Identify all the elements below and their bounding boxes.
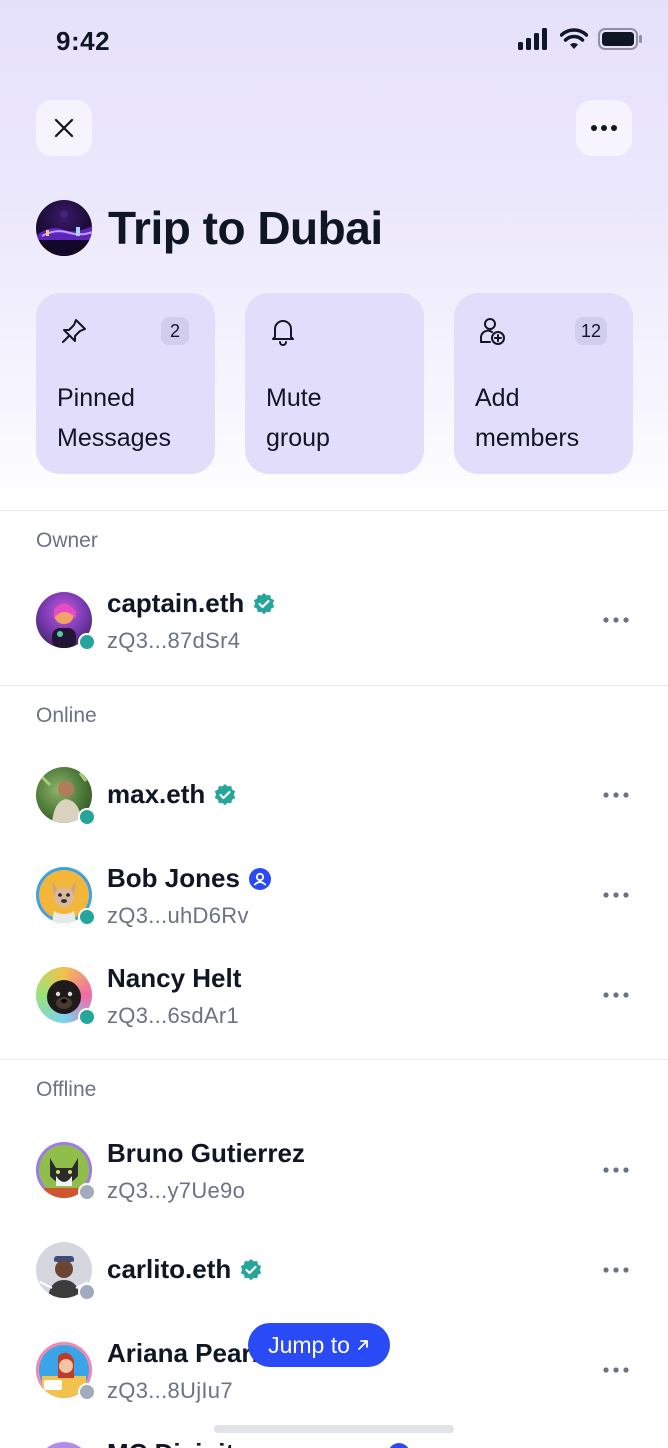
member-chat-key: zQ3...uhD6Rv	[107, 903, 249, 928]
more-horizontal-icon	[603, 1267, 629, 1273]
member-count-badge: 12	[574, 317, 607, 345]
status-time: 9:42	[56, 26, 111, 56]
member-name: Bob Jones	[107, 863, 240, 893]
online-status-indicator	[78, 908, 96, 926]
member-options-button[interactable]	[600, 1258, 632, 1282]
member-name: max.eth	[107, 779, 206, 809]
member-name: Bruno Gutierrez	[107, 1138, 305, 1168]
pinned-messages-label: Pinned Messages	[57, 384, 171, 452]
offline-status-indicator	[78, 1183, 96, 1201]
member-row[interactable]: Bob Jones zQ3...uhD6Rv	[0, 855, 668, 935]
member-name: captain.eth	[107, 588, 245, 618]
member-chat-key: zQ3...8UjIu7	[107, 1378, 233, 1403]
more-horizontal-icon	[603, 1167, 629, 1173]
avatar	[36, 767, 96, 826]
contact-badge-icon	[248, 867, 271, 890]
mute-group-button[interactable]: Mute group	[245, 293, 424, 474]
member-row[interactable]: max.eth	[0, 755, 668, 835]
verified-badge-icon	[254, 592, 275, 614]
section-divider	[0, 685, 668, 686]
avatar	[36, 592, 96, 651]
wifi-icon	[560, 28, 588, 49]
member-options-button[interactable]	[600, 983, 632, 1007]
more-horizontal-icon	[603, 892, 629, 898]
mute-group-label: Mute group	[266, 384, 330, 452]
add-members-label: Add members	[475, 384, 580, 452]
member-name: Ariana Pearl	[107, 1338, 259, 1368]
contact-badge-icon	[389, 1442, 409, 1448]
member-options-button[interactable]	[600, 1158, 632, 1182]
avatar	[36, 1442, 92, 1448]
battery-icon	[598, 28, 642, 50]
more-horizontal-icon	[603, 617, 629, 623]
section-divider	[0, 510, 668, 511]
jump-to-button[interactable]: Jump to	[248, 1323, 390, 1367]
more-horizontal-icon	[603, 792, 629, 798]
pin-icon	[62, 319, 86, 343]
online-status-indicator	[78, 808, 96, 826]
avatar	[36, 1342, 96, 1401]
verified-badge-icon	[215, 783, 236, 805]
section-divider	[0, 1059, 668, 1060]
member-options-button[interactable]	[600, 883, 632, 907]
add-member-icon	[480, 318, 505, 345]
avatar	[36, 967, 96, 1026]
member-row[interactable]: captain.eth zQ3...87dSr4	[0, 580, 668, 660]
member-row[interactable]: carlito.eth	[0, 1230, 668, 1310]
group-header: Trip to Dubai	[36, 200, 383, 256]
close-button[interactable]	[36, 100, 92, 156]
more-horizontal-icon	[603, 1367, 629, 1373]
member-name: carlito.eth	[107, 1254, 232, 1284]
member-name: MC Divinity	[107, 1438, 249, 1448]
member-chat-key: zQ3...6sdAr1	[107, 1003, 239, 1028]
group-avatar[interactable]	[36, 200, 92, 256]
group-actions: 2 Pinned Messages Mute group 12 Add memb…	[36, 293, 633, 474]
avatar	[36, 1142, 96, 1201]
signal-icon	[518, 28, 547, 50]
section-label-online: Online	[36, 704, 97, 727]
member-name: Nancy Helt	[107, 963, 242, 993]
section-label-owner: Owner	[36, 529, 98, 552]
pinned-messages-button[interactable]: 2 Pinned Messages	[36, 293, 215, 474]
group-title: Trip to Dubai	[108, 202, 383, 254]
online-status-indicator	[78, 1008, 96, 1026]
more-horizontal-icon	[603, 992, 629, 998]
verified-badge-icon	[241, 1258, 262, 1280]
section-label-offline: Offline	[36, 1078, 97, 1101]
offline-status-indicator	[78, 1283, 96, 1301]
bell-icon	[272, 320, 294, 346]
more-horizontal-icon	[591, 125, 617, 131]
jump-to-label: Jump to	[268, 1331, 350, 1358]
arrow-up-right-icon	[358, 1340, 368, 1350]
member-chat-key: zQ3...y7Ue9o	[107, 1178, 246, 1203]
home-indicator	[214, 1425, 454, 1433]
group-options-button[interactable]	[576, 100, 632, 156]
status-icons	[518, 28, 642, 50]
member-row[interactable]: Bruno Gutierrez zQ3...y7Ue9o	[0, 1130, 668, 1210]
pinned-count-badge: 2	[161, 317, 189, 345]
avatar	[36, 1242, 96, 1301]
avatar	[36, 867, 96, 926]
member-options-button[interactable]	[600, 1358, 632, 1382]
member-options-button[interactable]	[600, 608, 632, 632]
group-avatar-image	[36, 210, 92, 256]
close-icon	[54, 118, 74, 138]
status-bar: 9:42	[0, 0, 668, 80]
online-status-indicator	[78, 633, 96, 651]
member-options-button[interactable]	[600, 783, 632, 807]
member-chat-key: zQ3...87dSr4	[107, 628, 241, 653]
add-members-button[interactable]: 12 Add members	[454, 293, 633, 474]
offline-status-indicator	[78, 1383, 96, 1401]
member-row[interactable]: Nancy Helt zQ3...6sdAr1	[0, 955, 668, 1035]
